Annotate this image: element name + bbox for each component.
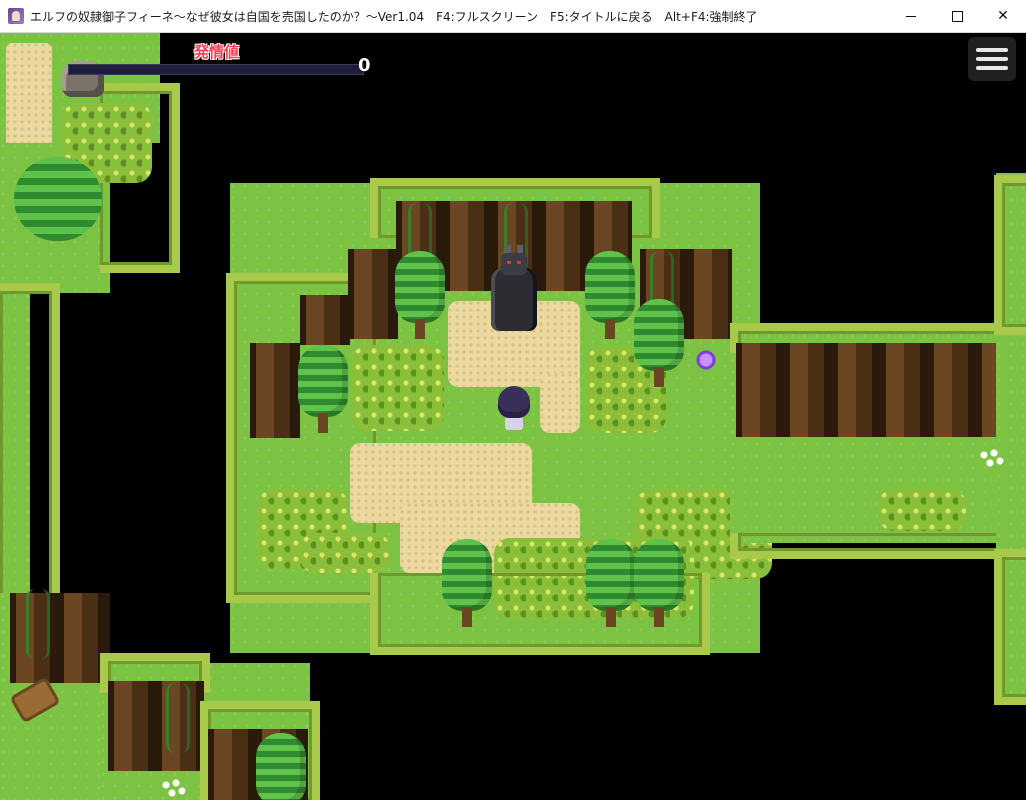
hedge — [0, 283, 60, 623]
game-viewport[interactable]: 発情値 0 — [0, 33, 1026, 800]
tree — [442, 539, 492, 629]
hamburger-line — [976, 66, 1008, 70]
sand-path — [6, 43, 52, 153]
arousal-gauge-value: 0 — [358, 55, 371, 76]
white-flowers — [160, 777, 186, 799]
hedge — [994, 175, 1026, 335]
sand-path — [540, 373, 580, 433]
minimize-button[interactable] — [888, 0, 934, 32]
purple-flower — [694, 350, 720, 372]
menu-button[interactable] — [968, 37, 1016, 81]
tree — [298, 345, 348, 435]
hedge — [730, 533, 1026, 559]
player-character[interactable] — [497, 386, 531, 432]
bush — [300, 533, 390, 573]
app-icon — [8, 8, 24, 24]
tree — [634, 539, 684, 629]
tree-trunks — [300, 295, 350, 345]
close-button[interactable]: ✕ — [980, 0, 1026, 32]
maximize-button[interactable] — [934, 0, 980, 32]
tree — [634, 299, 684, 389]
bush — [352, 345, 444, 431]
hamburger-menu-icon — [976, 48, 1008, 52]
tree-trunks — [348, 249, 398, 339]
maximize-icon — [951, 10, 963, 22]
bush — [878, 489, 966, 531]
hamburger-line — [976, 57, 1008, 61]
close-icon: ✕ — [997, 8, 1009, 24]
arousal-gauge-bar — [68, 64, 364, 75]
vine — [166, 683, 190, 753]
minimize-icon — [906, 15, 916, 17]
tree — [256, 733, 306, 800]
dark-armored-beast[interactable] — [485, 245, 543, 337]
white-flowers — [978, 447, 1004, 469]
window-title-bar: エルフの奴隷御子フィーネ～なぜ彼女は自国を売国したのか？～Ver1.04 F4:… — [0, 0, 1026, 33]
tree-trunks — [250, 343, 300, 438]
tree — [395, 251, 445, 341]
window-title: エルフの奴隷御子フィーネ～なぜ彼女は自国を売国したのか？～Ver1.04 F4:… — [30, 9, 758, 24]
tree-trunks — [736, 343, 1026, 437]
tree — [586, 539, 636, 629]
round-tree — [14, 157, 102, 241]
tree — [585, 251, 635, 341]
vine — [26, 589, 50, 659]
arousal-gauge-label: 発情値 — [194, 43, 240, 61]
tree-trunks — [10, 593, 110, 683]
hedge — [994, 549, 1026, 705]
game-window: エルフの奴隷御子フィーネ～なぜ彼女は自国を売国したのか？～Ver1.04 F4:… — [0, 0, 1026, 800]
